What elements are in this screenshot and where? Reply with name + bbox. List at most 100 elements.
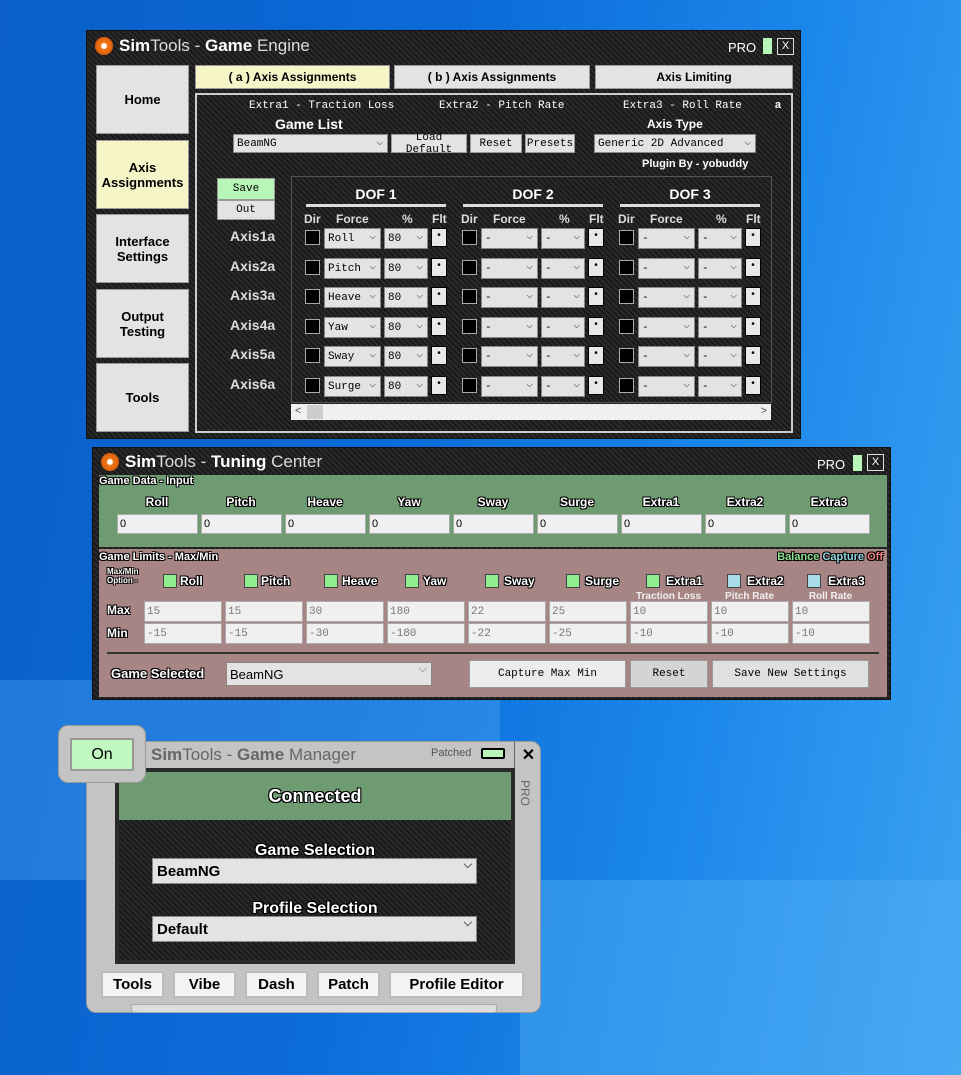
percent-dropdown[interactable]: - <box>541 287 585 308</box>
on-toggle-button[interactable]: On <box>70 738 134 771</box>
min-input-sway[interactable]: -22 <box>468 623 546 644</box>
direction-checkbox[interactable] <box>619 378 634 393</box>
min-input-pitch[interactable]: -15 <box>225 623 303 644</box>
limit-option-checkbox-extra2[interactable] <box>726 574 741 588</box>
direction-checkbox[interactable] <box>619 289 634 304</box>
save-button[interactable]: Save <box>217 178 275 200</box>
percent-dropdown[interactable]: - <box>698 376 742 397</box>
close-button[interactable]: ✕ <box>514 742 542 772</box>
force-dropdown[interactable]: - <box>481 346 538 367</box>
tab-0[interactable]: ( a ) Axis Assignments <box>195 65 390 89</box>
force-dropdown[interactable]: - <box>481 376 538 397</box>
sidebar-item-tools[interactable]: Tools <box>96 363 189 432</box>
reset-button[interactable]: Reset <box>470 134 522 153</box>
percent-dropdown[interactable]: - <box>698 258 742 279</box>
percent-dropdown[interactable]: 80 <box>384 346 428 367</box>
filter-button[interactable]: • <box>431 228 447 247</box>
percent-dropdown[interactable]: - <box>541 228 585 249</box>
game-selected-dropdown[interactable]: BeamNG <box>226 662 432 686</box>
filter-button[interactable]: • <box>431 287 447 306</box>
min-input-extra2[interactable]: -10 <box>711 623 789 644</box>
limit-option-checkbox-roll[interactable] <box>163 574 177 588</box>
direction-checkbox[interactable] <box>305 319 320 334</box>
dash-button[interactable]: Dash <box>245 971 308 998</box>
filter-button[interactable]: • <box>745 346 761 365</box>
tools-button[interactable]: Tools <box>101 971 164 998</box>
percent-dropdown[interactable]: - <box>698 287 742 308</box>
filter-button[interactable]: • <box>745 258 761 277</box>
min-input-extra3[interactable]: -10 <box>792 623 870 644</box>
filter-button[interactable]: • <box>588 287 604 306</box>
percent-dropdown[interactable]: 80 <box>384 317 428 338</box>
percent-dropdown[interactable]: - <box>541 346 585 367</box>
direction-checkbox[interactable] <box>619 260 634 275</box>
percent-dropdown[interactable]: - <box>698 228 742 249</box>
axis-type-dropdown[interactable]: Generic 2D Advanced <box>594 134 756 153</box>
sidebar-item-output-testing[interactable]: Output Testing <box>96 289 189 358</box>
min-input-extra1[interactable]: -10 <box>630 623 708 644</box>
direction-checkbox[interactable] <box>305 230 320 245</box>
percent-dropdown[interactable]: 80 <box>384 287 428 308</box>
scroll-right-arrow[interactable]: > <box>761 405 767 417</box>
force-dropdown[interactable]: Sway <box>324 346 381 367</box>
sidebar-item-axis-assignments[interactable]: Axis Assignments <box>96 140 189 209</box>
max-input-extra1[interactable]: 10 <box>630 601 708 622</box>
vibe-button[interactable]: Vibe <box>173 971 236 998</box>
direction-checkbox[interactable] <box>619 230 634 245</box>
percent-dropdown[interactable]: - <box>698 346 742 367</box>
percent-dropdown[interactable]: - <box>541 376 585 397</box>
limit-option-checkbox-pitch[interactable] <box>243 574 258 588</box>
filter-button[interactable]: • <box>431 346 447 365</box>
direction-checkbox[interactable] <box>305 289 320 304</box>
force-dropdown[interactable]: - <box>638 376 695 397</box>
percent-dropdown[interactable]: - <box>541 317 585 338</box>
filter-button[interactable]: • <box>588 228 604 247</box>
max-input-yaw[interactable]: 180 <box>387 601 465 622</box>
load-default-button[interactable]: Load Default <box>391 132 467 156</box>
direction-checkbox[interactable] <box>462 230 477 245</box>
scroll-left-arrow[interactable]: < <box>295 405 301 417</box>
percent-dropdown[interactable]: 80 <box>384 228 428 249</box>
direction-checkbox[interactable] <box>305 260 320 275</box>
filter-button[interactable]: • <box>588 258 604 277</box>
out-button[interactable]: Out <box>217 200 275 220</box>
direction-checkbox[interactable] <box>619 319 634 334</box>
force-dropdown[interactable]: - <box>481 228 538 249</box>
force-dropdown[interactable]: - <box>638 287 695 308</box>
percent-dropdown[interactable]: 80 <box>384 376 428 397</box>
balance-capture-toggle[interactable]: Balance Capture Off <box>777 551 883 563</box>
force-dropdown[interactable]: - <box>638 346 695 367</box>
force-dropdown[interactable]: - <box>481 258 538 279</box>
min-input-heave[interactable]: -30 <box>306 623 384 644</box>
percent-dropdown[interactable]: 80 <box>384 258 428 279</box>
sidebar-item-interface-settings[interactable]: Interface Settings <box>96 214 189 283</box>
filter-button[interactable]: • <box>431 317 447 336</box>
direction-checkbox[interactable] <box>462 378 477 393</box>
max-input-roll[interactable]: 15 <box>144 601 222 622</box>
filter-button[interactable]: • <box>745 376 761 395</box>
force-dropdown[interactable]: - <box>638 258 695 279</box>
game-selection-dropdown[interactable]: BeamNG <box>152 858 477 884</box>
filter-button[interactable]: • <box>431 376 447 395</box>
min-input-roll[interactable]: -15 <box>144 623 222 644</box>
force-dropdown[interactable]: Heave <box>324 287 381 308</box>
filter-button[interactable]: • <box>745 317 761 336</box>
limit-option-checkbox-yaw[interactable] <box>404 574 419 588</box>
direction-checkbox[interactable] <box>619 348 634 363</box>
max-input-heave[interactable]: 30 <box>306 601 384 622</box>
profile-editor-button[interactable]: Profile Editor <box>389 971 524 998</box>
presets-button[interactable]: Presets <box>525 134 575 153</box>
filter-button[interactable]: • <box>588 346 604 365</box>
min-input-surge[interactable]: -25 <box>549 623 627 644</box>
max-input-extra2[interactable]: 10 <box>711 601 789 622</box>
max-input-pitch[interactable]: 15 <box>225 601 303 622</box>
force-dropdown[interactable]: - <box>481 287 538 308</box>
limit-option-checkbox-heave[interactable] <box>324 574 338 588</box>
max-input-sway[interactable]: 22 <box>468 601 546 622</box>
max-input-extra3[interactable]: 10 <box>792 601 870 622</box>
limit-option-checkbox-sway[interactable] <box>485 574 499 588</box>
force-dropdown[interactable]: Yaw <box>324 317 381 338</box>
horizontal-scrollbar[interactable]: < > <box>291 404 771 420</box>
limit-option-checkbox-surge[interactable] <box>565 574 580 588</box>
profile-selection-dropdown[interactable]: Default <box>152 916 477 942</box>
